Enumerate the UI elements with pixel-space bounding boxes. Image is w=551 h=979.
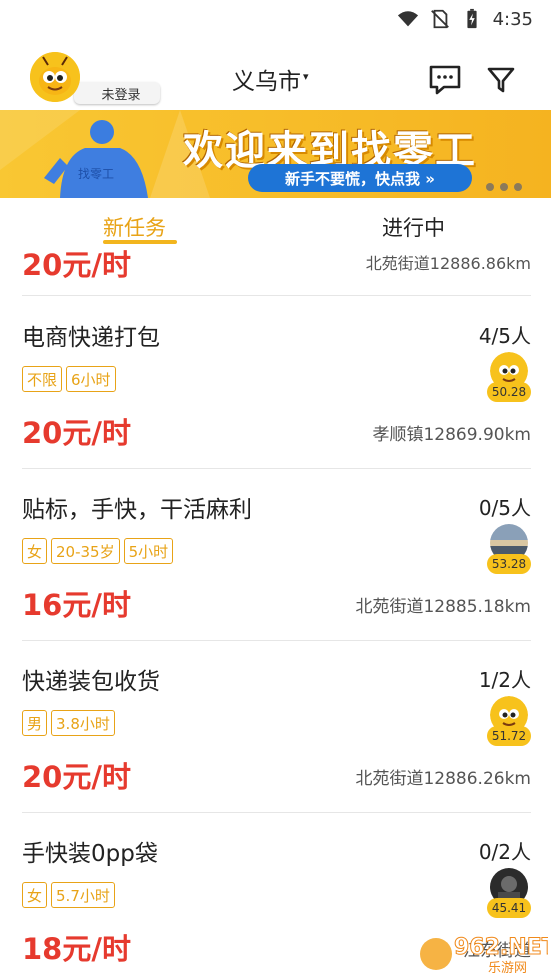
top-header: 未登录 义乌市 ▾ xyxy=(0,38,551,110)
city-selector[interactable]: 义乌市 ▾ xyxy=(232,62,309,96)
battery-charging-icon xyxy=(466,8,477,29)
job-distance: 北苑街道12885.18km xyxy=(355,597,531,617)
employer-badge[interactable]: 53.28 xyxy=(487,524,531,576)
job-title: 手快装0pp袋 xyxy=(22,841,158,867)
employer-score: 45.41 xyxy=(487,898,531,918)
job-list[interactable]: 20元/时 北苑街道12886.86km 电商快递打包 4/5人 不限 6小时 … xyxy=(0,244,551,979)
promo-banner[interactable]: 找零工 欢迎来到找零工 新手不要慌，快点我 » xyxy=(0,110,551,198)
employer-badge[interactable]: 45.41 xyxy=(487,868,531,920)
employer-badge[interactable]: 51.72 xyxy=(487,696,531,748)
employer-score: 53.28 xyxy=(487,554,531,574)
filter-icon[interactable] xyxy=(486,65,516,95)
employer-badge[interactable]: 50.28 xyxy=(487,352,531,404)
job-title: 电商快递打包 xyxy=(22,325,160,351)
watermark-subtext: 乐游网 xyxy=(488,961,527,976)
job-headcount: 1/2人 xyxy=(478,668,531,692)
job-headcount: 4/5人 xyxy=(478,324,531,348)
job-tags: 男 3.8小时 xyxy=(22,710,115,736)
job-title: 贴标，手快，干活麻利 xyxy=(22,497,252,523)
job-tag: 6小时 xyxy=(66,366,116,392)
job-tags: 女 5.7小时 xyxy=(22,882,115,908)
employer-score: 51.72 xyxy=(487,726,531,746)
login-status-label: 未登录 xyxy=(74,82,160,104)
job-headcount: 0/2人 xyxy=(478,840,531,864)
status-bar: 4:35 xyxy=(0,0,551,38)
job-price: 20元/时 xyxy=(22,248,131,282)
carousel-indicator xyxy=(486,183,522,191)
job-tag: 5小时 xyxy=(123,538,174,564)
no-sim-icon xyxy=(430,9,449,29)
shirt-text: 找零工 xyxy=(78,167,114,181)
job-price: 16元/时 xyxy=(22,588,131,622)
newbie-guide-button[interactable]: 新手不要慌，快点我 » xyxy=(248,164,472,192)
active-tab-indicator xyxy=(103,240,177,244)
job-tag: 不限 xyxy=(22,366,63,392)
list-item[interactable]: 贴标，手快，干活麻利 0/5人 女 20-35岁 5小时 53.28 16元/时… xyxy=(0,468,551,640)
job-tag: 男 xyxy=(22,710,48,736)
job-price: 18元/时 xyxy=(22,932,131,966)
tab-in-progress[interactable]: 进行中 xyxy=(382,212,445,242)
list-item[interactable]: 快递装包收货 1/2人 男 3.8小时 51.72 20元/时 北苑街道1288… xyxy=(0,640,551,812)
job-tag: 3.8小时 xyxy=(51,710,115,736)
job-distance: 北苑街道12886.86km xyxy=(365,254,531,273)
job-price: 20元/时 xyxy=(22,416,131,450)
carousel-dot xyxy=(486,183,494,191)
employer-score: 50.28 xyxy=(487,382,531,402)
watermark-text: 962.NET xyxy=(454,935,548,960)
job-distance: 孝顺镇12869.90km xyxy=(372,425,531,445)
job-headcount: 0/5人 xyxy=(478,496,531,520)
wifi-icon xyxy=(397,11,418,27)
carousel-dot xyxy=(514,183,522,191)
job-tag: 女 xyxy=(22,538,48,564)
job-tag: 20-35岁 xyxy=(51,538,120,564)
login-avatar-button[interactable]: 未登录 xyxy=(26,52,160,104)
chevron-down-icon: ▾ xyxy=(303,69,309,83)
site-watermark-logo: 962.NET 乐游网 xyxy=(420,935,548,976)
ant-mascot-avatar xyxy=(30,52,80,102)
list-item[interactable]: 20元/时 北苑街道12886.86km xyxy=(0,244,551,296)
status-time: 4:35 xyxy=(492,8,533,30)
tab-new-tasks[interactable]: 新任务 xyxy=(103,212,166,242)
task-tabs: 新任务 进行中 xyxy=(0,198,551,244)
message-icon[interactable] xyxy=(428,64,462,96)
job-tags: 女 20-35岁 5小时 xyxy=(22,538,174,564)
carousel-dot xyxy=(500,183,508,191)
job-tag: 5.7小时 xyxy=(51,882,115,908)
job-title: 快递装包收货 xyxy=(22,669,160,695)
job-tag: 女 xyxy=(22,882,48,908)
city-name: 义乌市 xyxy=(232,69,301,95)
job-price: 20元/时 xyxy=(22,760,131,794)
banner-person-illustration: 找零工 xyxy=(44,120,148,198)
job-tags: 不限 6小时 xyxy=(22,366,116,392)
list-item[interactable]: 电商快递打包 4/5人 不限 6小时 50.28 20元/时 孝顺镇12869.… xyxy=(0,296,551,468)
job-distance: 北苑街道12886.26km xyxy=(355,769,531,789)
